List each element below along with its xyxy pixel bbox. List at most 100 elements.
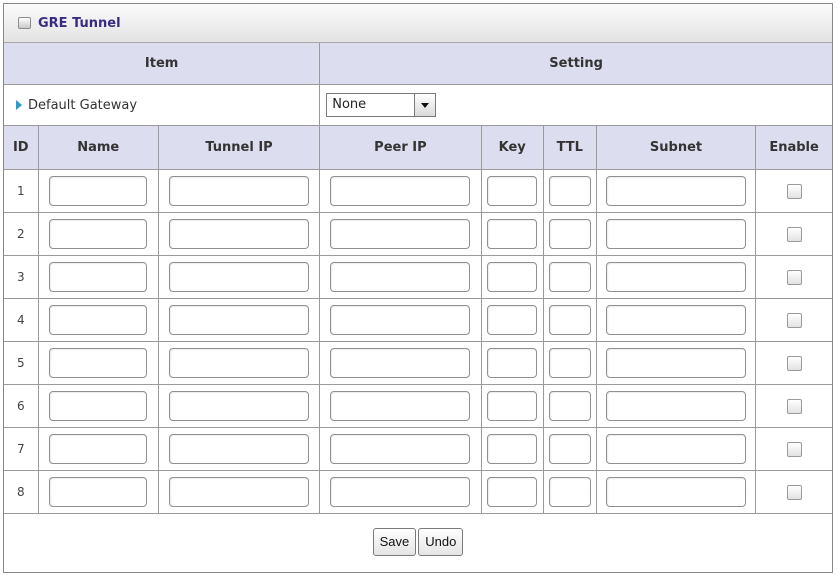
key-input[interactable]	[487, 176, 538, 206]
tunnel-ip-cell	[157, 298, 321, 342]
key-input[interactable]	[487, 348, 538, 378]
name-input[interactable]	[49, 434, 148, 464]
key-cell	[480, 212, 544, 256]
name-cell	[37, 255, 159, 299]
peer-ip-input[interactable]	[330, 305, 471, 335]
peer-ip-input[interactable]	[330, 219, 471, 249]
subnet-input[interactable]	[606, 391, 747, 421]
name-input[interactable]	[49, 219, 148, 249]
enable-checkbox[interactable]	[786, 441, 802, 457]
column-header-row: ID Name Tunnel IP Peer IP Key TTL Subnet…	[4, 125, 832, 170]
tunnel-ip-cell	[157, 212, 321, 256]
enable-cell	[755, 212, 832, 256]
save-button[interactable]: Save	[372, 527, 417, 556]
name-input[interactable]	[49, 391, 148, 421]
name-cell	[37, 470, 159, 514]
key-input[interactable]	[487, 262, 538, 292]
name-input[interactable]	[49, 262, 148, 292]
peer-ip-cell	[319, 255, 482, 299]
col-id: ID	[4, 125, 39, 170]
tunnel-ip-input[interactable]	[169, 176, 310, 206]
panel-title: GRE Tunnel	[38, 15, 121, 31]
ttl-input[interactable]	[548, 219, 591, 249]
ttl-cell	[542, 298, 597, 342]
ttl-cell	[542, 255, 597, 299]
table-row: 5	[4, 341, 832, 385]
key-cell	[480, 255, 544, 299]
button-cell: Save Undo	[4, 514, 832, 570]
peer-ip-input[interactable]	[330, 262, 471, 292]
tunnel-ip-input[interactable]	[169, 434, 310, 464]
enable-cell	[755, 341, 832, 385]
key-cell	[480, 384, 544, 428]
name-cell	[37, 384, 159, 428]
undo-button[interactable]: Undo	[418, 527, 464, 556]
ttl-input[interactable]	[548, 305, 591, 335]
tunnel-ip-input[interactable]	[169, 391, 310, 421]
tunnel-ip-cell	[157, 341, 321, 385]
enable-checkbox[interactable]	[786, 269, 802, 285]
name-input[interactable]	[49, 477, 148, 507]
ttl-input[interactable]	[548, 176, 591, 206]
peer-ip-input[interactable]	[330, 391, 471, 421]
subnet-input[interactable]	[606, 262, 747, 292]
subnet-input[interactable]	[606, 219, 747, 249]
row-id: 5	[4, 341, 39, 385]
peer-ip-input[interactable]	[330, 477, 471, 507]
ttl-input[interactable]	[548, 262, 591, 292]
col-key: Key	[480, 125, 544, 170]
subnet-input[interactable]	[606, 477, 747, 507]
table-row: 8	[4, 470, 832, 514]
key-cell	[480, 341, 544, 385]
name-input[interactable]	[49, 305, 148, 335]
col-name: Name	[37, 125, 159, 170]
tunnel-ip-input[interactable]	[169, 477, 310, 507]
default-gateway-select[interactable]: None	[326, 93, 437, 117]
dropdown-arrow-button[interactable]	[414, 94, 436, 116]
subnet-input[interactable]	[606, 434, 747, 464]
enable-checkbox[interactable]	[786, 312, 802, 328]
gre-tunnel-table: Item Setting Default Gateway None ID Nam…	[4, 43, 832, 569]
key-input[interactable]	[487, 305, 538, 335]
name-cell	[37, 427, 159, 471]
subnet-cell	[595, 384, 757, 428]
ttl-input[interactable]	[548, 434, 591, 464]
subnet-input[interactable]	[606, 305, 747, 335]
key-cell	[480, 470, 544, 514]
ttl-input[interactable]	[548, 477, 591, 507]
name-input[interactable]	[49, 176, 148, 206]
ttl-input[interactable]	[548, 391, 591, 421]
enable-checkbox[interactable]	[786, 183, 802, 199]
row-id: 4	[4, 298, 39, 342]
enable-checkbox[interactable]	[786, 226, 802, 242]
peer-ip-input[interactable]	[330, 176, 471, 206]
subnet-cell	[595, 427, 757, 471]
key-input[interactable]	[487, 477, 538, 507]
enable-cell	[755, 427, 832, 471]
ttl-input[interactable]	[548, 348, 591, 378]
enable-checkbox[interactable]	[786, 484, 802, 500]
col-tunnel-ip: Tunnel IP	[157, 125, 321, 170]
table-row: 3	[4, 255, 832, 299]
key-input[interactable]	[487, 391, 538, 421]
enable-checkbox[interactable]	[786, 398, 802, 414]
peer-ip-cell	[319, 298, 482, 342]
tunnel-ip-cell	[157, 427, 321, 471]
window-icon	[18, 17, 31, 29]
name-input[interactable]	[49, 348, 148, 378]
col-peer-ip: Peer IP	[319, 125, 482, 170]
enable-cell	[755, 255, 832, 299]
tunnel-ip-input[interactable]	[169, 348, 310, 378]
tunnel-ip-input[interactable]	[169, 305, 310, 335]
enable-checkbox[interactable]	[786, 355, 802, 371]
subnet-input[interactable]	[606, 348, 747, 378]
ttl-cell	[542, 427, 597, 471]
key-input[interactable]	[487, 219, 538, 249]
subnet-input[interactable]	[606, 176, 747, 206]
peer-ip-input[interactable]	[330, 348, 471, 378]
ttl-cell	[542, 212, 597, 256]
tunnel-ip-input[interactable]	[169, 262, 310, 292]
tunnel-ip-input[interactable]	[169, 219, 310, 249]
key-input[interactable]	[487, 434, 538, 464]
peer-ip-input[interactable]	[330, 434, 471, 464]
